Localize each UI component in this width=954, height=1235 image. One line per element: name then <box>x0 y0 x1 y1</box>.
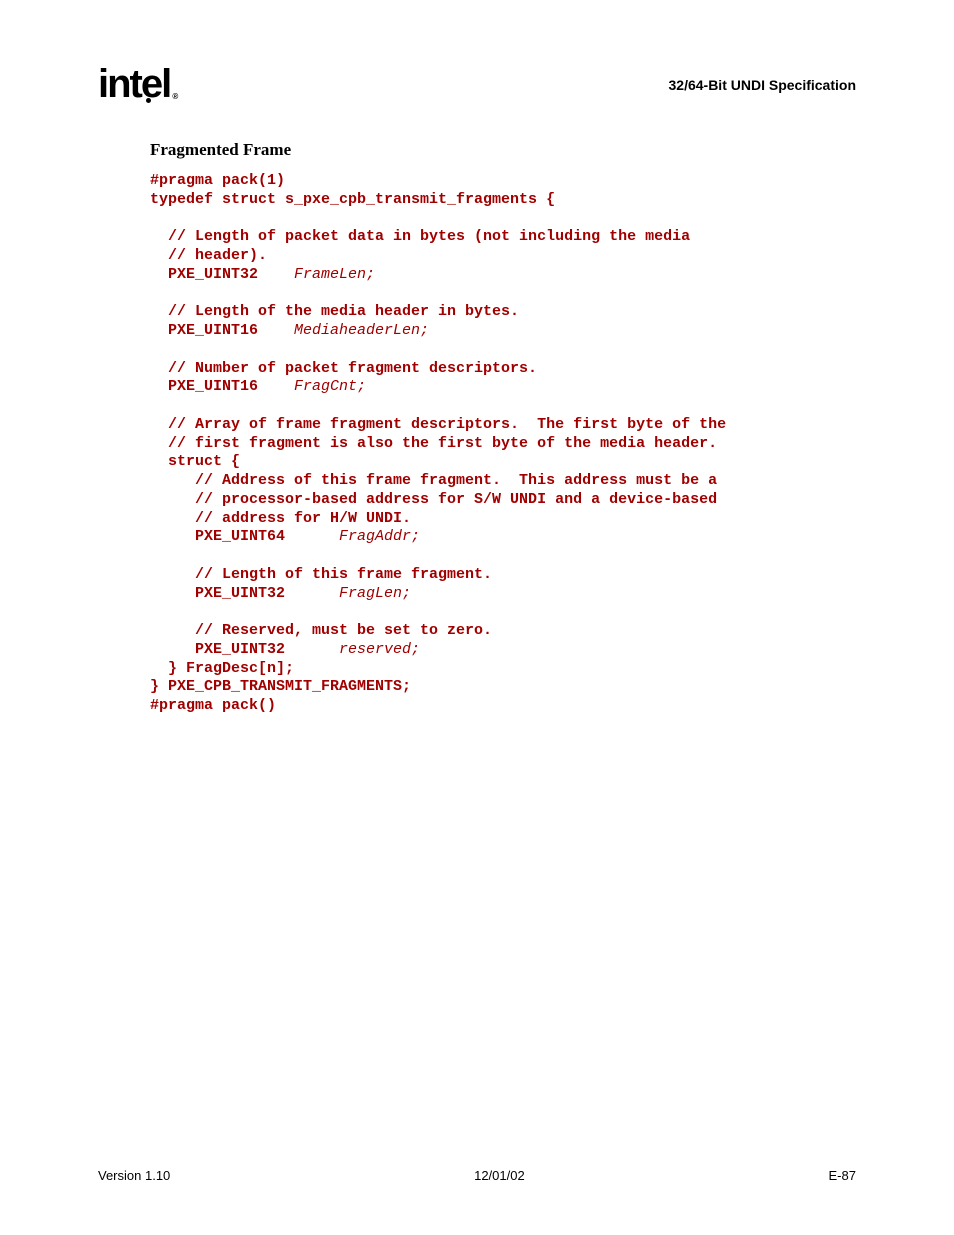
content-area: Fragmented Frame #pragma pack(1) typedef… <box>150 140 864 716</box>
intel-logo: intel® <box>98 62 170 107</box>
footer-page: E-87 <box>829 1168 856 1183</box>
code-identifier: reserved; <box>339 641 420 658</box>
code-line: // Array of frame fragment descriptors. … <box>150 416 726 433</box>
code-line: // header). <box>150 247 267 264</box>
code-line: struct { <box>150 453 240 470</box>
footer-version: Version 1.10 <box>98 1168 170 1183</box>
code-line: PXE_UINT16 <box>150 378 294 395</box>
code-line: } FragDesc[n]; <box>150 660 294 677</box>
code-listing: #pragma pack(1) typedef struct s_pxe_cpb… <box>150 172 864 716</box>
code-line: // Length of the media header in bytes. <box>150 303 519 320</box>
code-line: // Number of packet fragment descriptors… <box>150 360 537 377</box>
code-identifier: MediaheaderLen; <box>294 322 429 339</box>
code-line: // Length of this frame fragment. <box>150 566 492 583</box>
code-line: PXE_UINT32 <box>150 266 294 283</box>
code-line: } PXE_CPB_TRANSMIT_FRAGMENTS; <box>150 678 411 695</box>
footer-date: 12/01/02 <box>474 1168 525 1183</box>
section-heading: Fragmented Frame <box>150 140 864 160</box>
code-line: PXE_UINT64 <box>150 528 339 545</box>
code-line: #pragma pack() <box>150 697 276 714</box>
code-identifier: FragAddr; <box>339 528 420 545</box>
code-identifier: FragLen; <box>339 585 411 602</box>
code-line: // address for H/W UNDI. <box>150 510 411 527</box>
code-line: #pragma pack(1) <box>150 172 285 189</box>
code-line: // Address of this frame fragment. This … <box>150 472 717 489</box>
page-header: intel® 32/64-Bit UNDI Specification <box>98 62 856 107</box>
code-identifier: FragCnt; <box>294 378 366 395</box>
code-line: typedef struct s_pxe_cpb_transmit_fragme… <box>150 191 555 208</box>
code-line: // Reserved, must be set to zero. <box>150 622 492 639</box>
code-line: PXE_UINT32 <box>150 641 339 658</box>
code-line: // processor-based address for S/W UNDI … <box>150 491 717 508</box>
doc-title: 32/64-Bit UNDI Specification <box>669 77 857 93</box>
code-line: // first fragment is also the first byte… <box>150 435 717 452</box>
code-identifier: FrameLen; <box>294 266 375 283</box>
page-footer: Version 1.10 12/01/02 E-87 <box>98 1168 856 1183</box>
code-line: // Length of packet data in bytes (not i… <box>150 228 690 245</box>
code-line: PXE_UINT32 <box>150 585 339 602</box>
code-line: PXE_UINT16 <box>150 322 294 339</box>
